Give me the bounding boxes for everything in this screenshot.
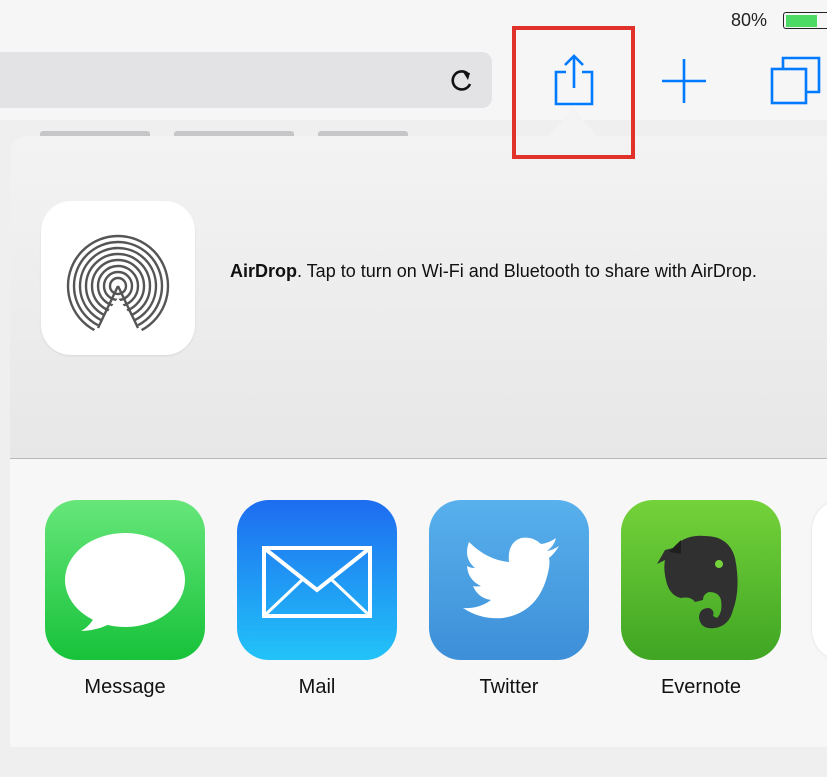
message-app-button[interactable] [45,500,205,660]
actions-row-partial [10,748,827,777]
evernote-icon [621,500,781,660]
browser-toolbar [0,40,827,122]
address-bar[interactable] [0,52,492,108]
plus-icon[interactable] [659,56,709,106]
battery-level-fill [785,14,817,27]
twitter-app-button[interactable] [429,500,589,660]
mail-icon [237,500,397,660]
app-label: Message [84,676,166,698]
airdrop-description: . Tap to turn on Wi-Fi and Bluetooth to … [297,261,757,281]
battery-icon [783,12,827,29]
app-label: Evernote [660,676,742,698]
airdrop-instructions: AirDrop. Tap to turn on Wi-Fi and Blueto… [230,260,810,282]
tabs-icon[interactable] [769,53,827,109]
airdrop-icon [66,234,170,336]
twitter-icon [429,500,589,660]
airdrop-title: AirDrop [230,261,297,281]
app-label: Mail [298,676,336,698]
app-label: Twitter [479,676,539,698]
share-button-highlight [512,26,635,159]
message-icon [45,500,205,660]
evernote-app-button[interactable] [621,500,781,660]
next-app-button-partial[interactable] [812,500,827,660]
battery-percentage: 80% [731,10,768,30]
status-bar: 80% [0,0,827,40]
airdrop-button[interactable] [41,201,195,355]
reload-icon[interactable] [446,60,478,100]
mail-app-button[interactable] [237,500,397,660]
